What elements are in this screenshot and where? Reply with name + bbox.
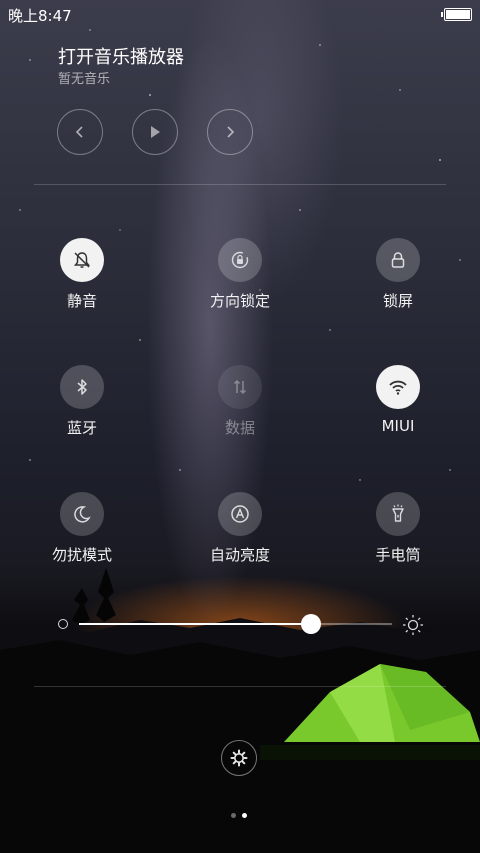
music-now-playing: 暂无音乐 (58, 72, 111, 87)
brightness-slider-thumb[interactable] (300, 614, 321, 634)
gear-icon (230, 749, 248, 767)
brightness-high-icon (403, 615, 423, 635)
divider (34, 686, 446, 687)
music-player-title[interactable]: 打开音乐播放器 (58, 43, 184, 69)
play-icon (151, 126, 160, 138)
toggle-label: 蓝牙 (66, 419, 97, 437)
toggle-lock-screen[interactable]: 锁屏 (348, 238, 448, 311)
chevron-left-icon (75, 126, 83, 138)
toggle-do-not-disturb[interactable]: 勿扰模式 (32, 492, 132, 565)
divider (34, 184, 446, 185)
toggle-flashlight[interactable]: 手电筒 (348, 492, 448, 565)
toggle-auto-brightness[interactable]: 自动亮度 (190, 492, 290, 565)
status-bar: 晚上8:47 (0, 0, 480, 26)
auto-brightness-icon (231, 505, 249, 523)
next-track-button[interactable] (207, 109, 253, 155)
toggle-bluetooth[interactable]: 蓝牙 (32, 365, 132, 438)
chevron-right-icon (227, 126, 235, 138)
toggle-label: 数据 (224, 419, 255, 437)
toggle-wifi[interactable]: MIUI (348, 365, 448, 435)
battery-icon (441, 8, 472, 21)
flashlight-icon (392, 504, 404, 522)
toggle-mobile-data[interactable]: 数据 (190, 365, 290, 438)
toggle-label: MIUI (381, 417, 415, 435)
rotation-lock-icon (231, 251, 249, 269)
toggle-label: 勿扰模式 (51, 546, 112, 564)
page-dot (231, 813, 236, 818)
toggle-label: 静音 (66, 292, 97, 310)
mute-bell-icon (73, 252, 91, 268)
play-button[interactable] (132, 109, 178, 155)
settings-button[interactable] (221, 740, 257, 776)
toggle-label: 手电筒 (375, 546, 421, 564)
toggle-label: 锁屏 (382, 292, 413, 310)
brightness-low-icon (58, 619, 68, 629)
brightness-slider-fill (79, 623, 311, 625)
status-time: 晚上8:47 (8, 7, 72, 25)
brightness-slider[interactable] (79, 614, 392, 634)
toggle-label: 自动亮度 (209, 546, 270, 564)
toggle-rotation-lock[interactable]: 方向锁定 (190, 238, 290, 311)
mobile-data-icon (233, 379, 247, 395)
lock-icon (391, 252, 405, 268)
toggle-label: 方向锁定 (209, 292, 270, 310)
page-dot-active (242, 813, 247, 818)
bluetooth-icon (77, 379, 87, 395)
toggle-mute[interactable]: 静音 (32, 238, 132, 311)
moon-icon (74, 506, 91, 523)
previous-track-button[interactable] (57, 109, 103, 155)
wifi-icon (389, 380, 407, 395)
